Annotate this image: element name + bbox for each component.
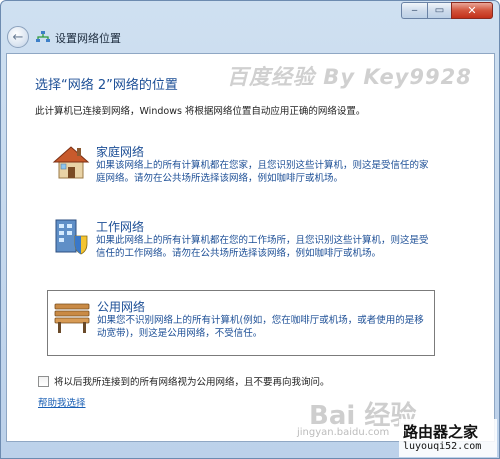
option-home-network[interactable]: 家庭网络 如果该网络上的所有计算机都在您家，且您识别这些计算机，则这是受信任的家…: [47, 138, 435, 190]
treat-all-public-label: 将以后我所连接到的所有网络视为公用网络，且不要再向我询问。: [54, 377, 330, 388]
park-bench-icon: [54, 303, 90, 333]
help-me-choose-link[interactable]: 帮助我选择: [38, 395, 86, 409]
window-controls: ‒ ▭ ✕: [401, 2, 493, 19]
network-location-window: ‒ ▭ ✕ ← 设置网络位置 选择“网络 2”网络的位置 此计算机已连接到网络，…: [0, 0, 500, 459]
watermark-jingyan: jingyan.baidu.com: [297, 427, 390, 438]
treat-all-public-checkbox-row[interactable]: 将以后我所连接到的所有网络视为公用网络，且不要再向我询问。: [38, 374, 330, 388]
watermark-site-name: 路由器之家: [403, 423, 479, 441]
watermark-site-url: luyouqi52.com: [403, 441, 482, 452]
network-icon: [36, 31, 50, 42]
option-public-title: 公用网络: [97, 300, 146, 314]
back-arrow-icon: ←: [12, 29, 24, 45]
back-button[interactable]: ←: [7, 26, 29, 48]
watermark-top: 百度经验 By Key9928: [227, 65, 472, 89]
option-home-desc: 如果该网络上的所有计算机都在您家，且您识别这些计算机，则这是受信任的家庭网络。请…: [96, 160, 429, 184]
option-work-desc: 如果此网络上的所有计算机都在您的工作场所，且您识别这些计算机，则这是受信任的工作…: [96, 235, 429, 259]
office-building-icon: [55, 219, 88, 255]
house-icon: [52, 146, 90, 179]
option-public-network[interactable]: 公用网络 如果您不识别网络上的所有计算机(例如，您在咖啡厅或机场，或者使用的是移…: [47, 290, 435, 356]
close-button[interactable]: ✕: [451, 2, 493, 19]
page-heading: 选择“网络 2”网络的位置: [35, 78, 178, 93]
option-public-desc: 如果您不识别网络上的所有计算机(例如，您在咖啡厅或机场，或者使用的是移动宽带)，…: [97, 315, 424, 339]
window-title: 设置网络位置: [55, 32, 121, 45]
option-work-title: 工作网络: [96, 220, 145, 234]
nav-bar: ← 设置网络位置: [1, 23, 499, 51]
option-work-network[interactable]: 工作网络 如果此网络上的所有计算机都在您的工作场所，且您识别这些计算机，则这是受…: [47, 212, 435, 266]
option-home-title: 家庭网络: [96, 145, 145, 159]
title-bar: ‒ ▭ ✕: [1, 1, 499, 23]
maximize-button[interactable]: ▭: [427, 2, 451, 19]
treat-all-public-checkbox[interactable]: [38, 375, 49, 387]
content-pane: 选择“网络 2”网络的位置 此计算机已连接到网络，Windows 将根据网络位置…: [6, 53, 495, 442]
page-description: 此计算机已连接到网络，Windows 将根据网络位置自动应用正确的网络设置。: [35, 106, 366, 117]
minimize-button[interactable]: ‒: [401, 2, 427, 19]
